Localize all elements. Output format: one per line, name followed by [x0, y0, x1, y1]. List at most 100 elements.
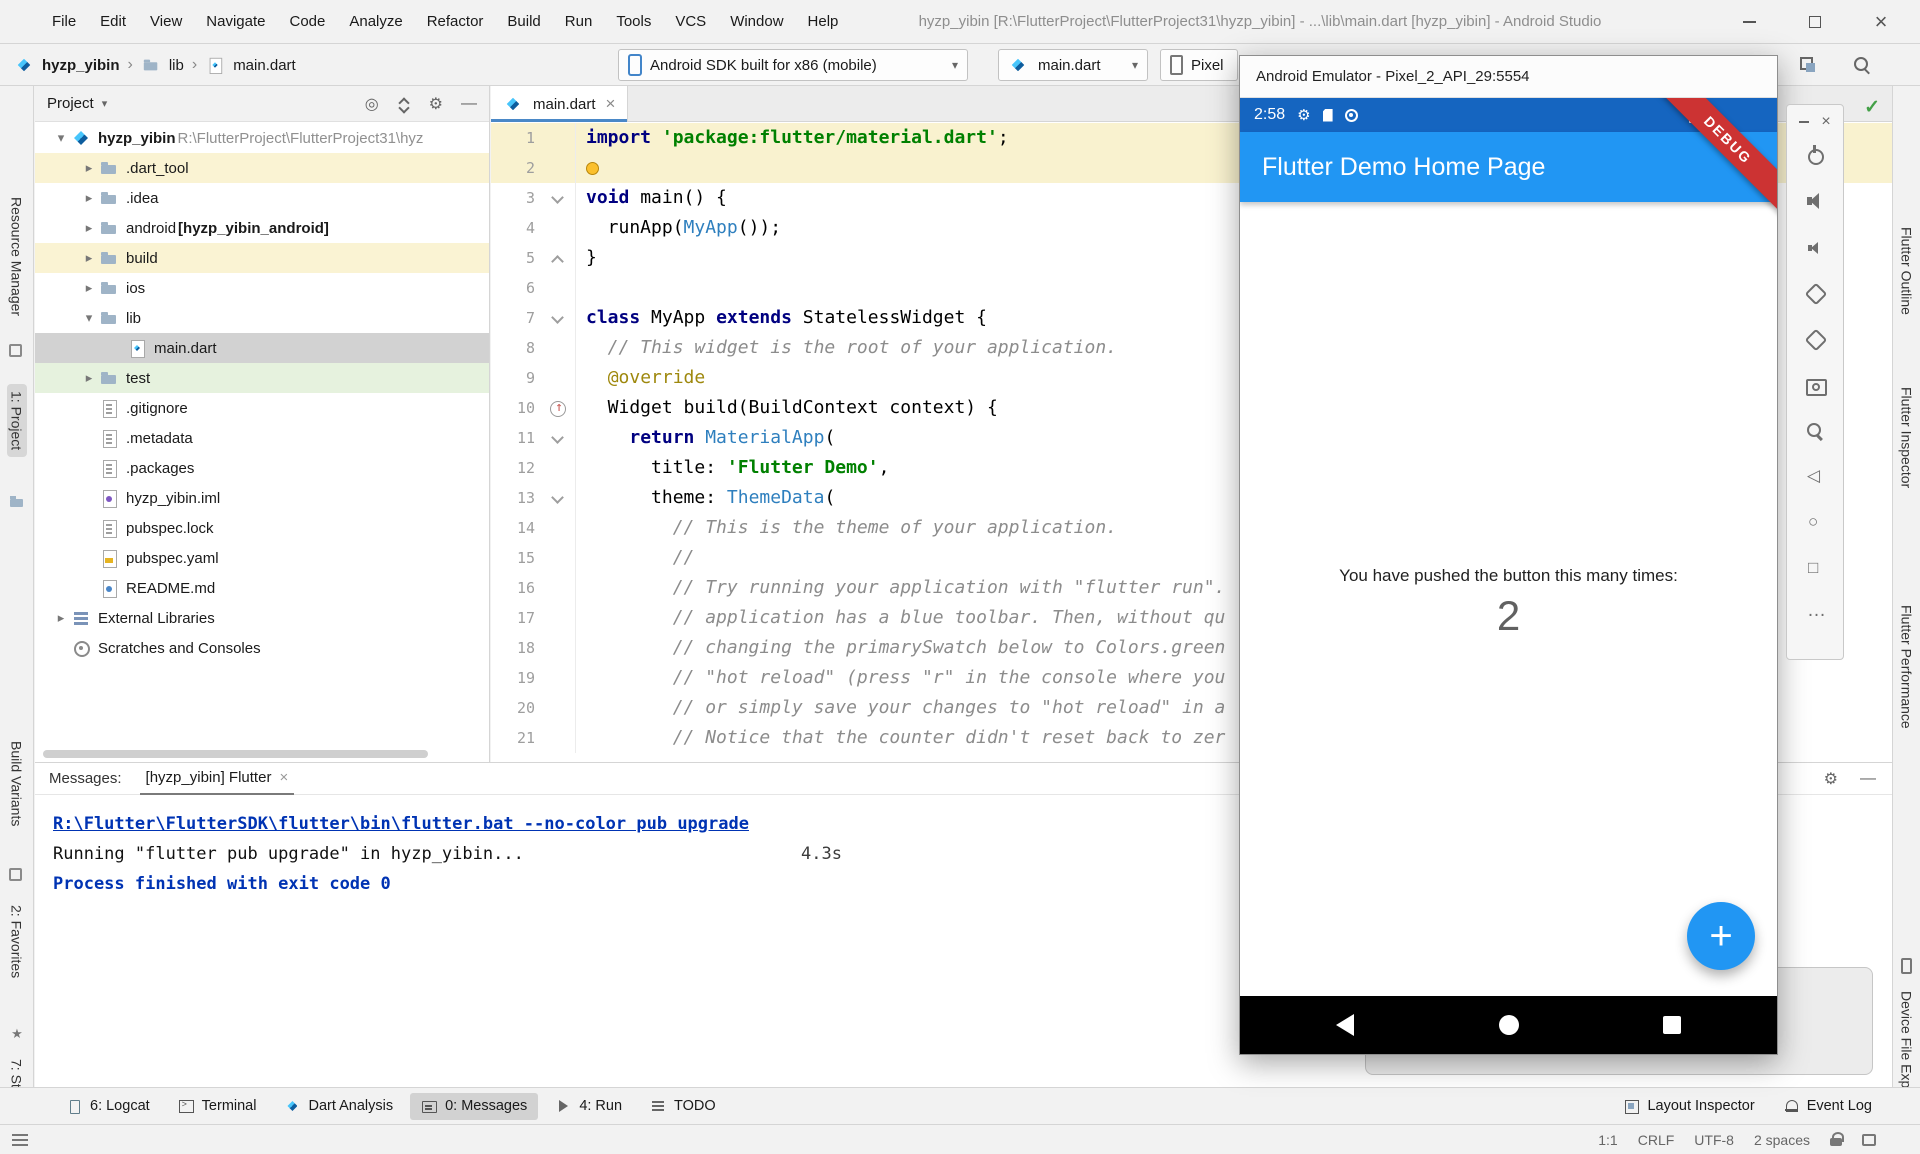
tool-window-button-todo[interactable]: TODO: [639, 1093, 727, 1120]
emulator-screen[interactable]: 2:58 ⚙ Flutter Demo Home Page DEBUG You …: [1240, 98, 1777, 1054]
tree-item-android[interactable]: ▸android [hyzp_yibin_android]: [35, 213, 489, 243]
tool-stripe-resource-manager[interactable]: Resource Manager: [7, 190, 27, 323]
volume-down-icon[interactable]: [1803, 235, 1827, 259]
menu-run[interactable]: Run: [553, 0, 605, 44]
screenshot-icon[interactable]: [1803, 373, 1827, 397]
messages-tab-flutter[interactable]: [hyzp_yibin] Flutter ×: [140, 763, 295, 795]
device-file-explorer-icon[interactable]: [1901, 958, 1912, 974]
status-encoding[interactable]: UTF-8: [1694, 1132, 1734, 1148]
tree-item-idea[interactable]: ▸.idea: [35, 183, 489, 213]
inspection-ok-icon[interactable]: ✓: [1864, 96, 1880, 119]
favorites-star-icon[interactable]: ★: [9, 1026, 25, 1042]
rotate-right-icon[interactable]: [1803, 327, 1827, 351]
menu-view[interactable]: View: [138, 0, 194, 44]
menu-code[interactable]: Code: [277, 0, 337, 44]
nav-back-icon[interactable]: [1336, 1014, 1354, 1036]
tree-expand-arrow[interactable]: ▸: [51, 610, 71, 626]
ide-updates-icon[interactable]: [1798, 55, 1818, 75]
overview-icon[interactable]: [1803, 557, 1827, 581]
tree-item-test[interactable]: ▸test: [35, 363, 489, 393]
fold-marker-icon[interactable]: [543, 243, 575, 273]
tool-window-button-0-messages[interactable]: 0: Messages: [410, 1093, 538, 1120]
breadcrumb-item-hyzp-yibin[interactable]: hyzp_yibin: [14, 55, 120, 75]
hide-panel-icon[interactable]: —: [461, 95, 477, 113]
status-caret-position[interactable]: 1:1: [1598, 1132, 1617, 1148]
tree-item-metadata[interactable]: .metadata: [35, 423, 489, 453]
device-selector[interactable]: Android SDK built for x86 (mobile) ▾: [618, 49, 968, 81]
tree-item-hyzp-yibin[interactable]: ▾hyzp_yibin R:\FlutterProject\FlutterPro…: [35, 123, 489, 153]
fold-marker-icon[interactable]: [543, 483, 575, 513]
run-configuration-selector[interactable]: main.dart ▾: [998, 49, 1148, 81]
power-icon[interactable]: [1803, 143, 1827, 167]
highlighting-level-icon[interactable]: [1862, 1134, 1876, 1146]
override-marker-icon[interactable]: ↑: [543, 393, 575, 423]
tree-item-pubspec-lock[interactable]: pubspec.lock: [35, 513, 489, 543]
tab-close-icon[interactable]: ×: [606, 94, 616, 114]
tool-stripe-1-project[interactable]: 1: Project: [7, 384, 27, 457]
nav-overview-icon[interactable]: [1663, 1016, 1681, 1034]
tab-close-icon[interactable]: ×: [279, 769, 288, 786]
menu-tools[interactable]: Tools: [604, 0, 663, 44]
maximize-button[interactable]: [1782, 0, 1848, 44]
fold-marker-icon[interactable]: [543, 303, 575, 333]
readonly-lock-icon[interactable]: [1830, 1132, 1842, 1147]
tree-item-dart-tool[interactable]: ▸.dart_tool: [35, 153, 489, 183]
horizontal-scrollbar[interactable]: [43, 750, 428, 758]
tool-stripe-flutter-performance[interactable]: Flutter Performance: [1897, 598, 1917, 736]
menu-window[interactable]: Window: [718, 0, 795, 44]
settings-gear-icon[interactable]: ⚙: [429, 94, 443, 114]
tool-stripe-2-favorites[interactable]: 2: Favorites: [7, 898, 27, 985]
tree-collapse-arrow[interactable]: ▾: [79, 310, 99, 326]
tree-expand-arrow[interactable]: ▸: [79, 370, 99, 386]
tool-window-button-event-log[interactable]: Event Log: [1772, 1093, 1883, 1120]
tree-item-packages[interactable]: .packages: [35, 453, 489, 483]
tree-item-external-libraries[interactable]: ▸External Libraries: [35, 603, 489, 633]
menu-file[interactable]: File: [40, 0, 88, 44]
tree-item-readme-md[interactable]: README.md: [35, 573, 489, 603]
breadcrumb-item-main-dart[interactable]: main.dart: [205, 55, 296, 75]
project-view-selector[interactable]: Project: [47, 95, 94, 112]
tree-item-gitignore[interactable]: .gitignore: [35, 393, 489, 423]
tree-item-ios[interactable]: ▸ios: [35, 273, 489, 303]
tool-window-button-dart-analysis[interactable]: Dart Analysis: [273, 1093, 404, 1120]
menu-edit[interactable]: Edit: [88, 0, 138, 44]
locate-file-icon[interactable]: ◎: [365, 94, 379, 114]
menu-vcs[interactable]: VCS: [663, 0, 718, 44]
tool-stripe-flutter-inspector[interactable]: Flutter Inspector: [1897, 380, 1917, 495]
breadcrumb-item-lib[interactable]: lib: [141, 55, 184, 75]
volume-up-icon[interactable]: [1803, 189, 1827, 213]
tab-main-dart[interactable]: main.dart ×: [491, 86, 628, 122]
tree-expand-arrow[interactable]: ▸: [79, 190, 99, 206]
rotate-left-icon[interactable]: [1803, 281, 1827, 305]
close-button[interactable]: ×: [1848, 0, 1914, 44]
build-variants-icon[interactable]: [9, 868, 22, 881]
status-line-ending[interactable]: CRLF: [1638, 1132, 1675, 1148]
nav-home-icon[interactable]: [1499, 1015, 1519, 1035]
more-icon[interactable]: [1803, 603, 1827, 627]
tool-window-button-layout-inspector[interactable]: Layout Inspector: [1612, 1093, 1765, 1120]
tree-item-hyzp-yibin-iml[interactable]: hyzp_yibin.iml: [35, 483, 489, 513]
status-indent[interactable]: 2 spaces: [1754, 1132, 1810, 1148]
fold-marker-icon[interactable]: [543, 183, 575, 213]
device-frame-selector[interactable]: Pixel: [1160, 49, 1238, 81]
hide-panel-icon[interactable]: —: [1860, 770, 1876, 788]
tree-item-pubspec-yaml[interactable]: pubspec.yaml: [35, 543, 489, 573]
back-icon[interactable]: [1803, 465, 1827, 489]
tree-item-main-dart[interactable]: main.dart: [35, 333, 489, 363]
tool-window-button-6-logcat[interactable]: 6: Logcat: [55, 1093, 161, 1120]
tree-expand-arrow[interactable]: ▸: [79, 250, 99, 266]
console-settings-gear-icon[interactable]: ⚙: [1824, 769, 1838, 789]
tree-item-lib[interactable]: ▾lib: [35, 303, 489, 333]
tree-expand-arrow[interactable]: ▸: [79, 220, 99, 236]
menu-analyze[interactable]: Analyze: [337, 0, 414, 44]
tree-expand-arrow[interactable]: ▸: [79, 280, 99, 296]
zoom-icon[interactable]: [1803, 419, 1827, 443]
menu-refactor[interactable]: Refactor: [415, 0, 496, 44]
intention-bulb-icon[interactable]: [586, 162, 599, 175]
tree-expand-arrow[interactable]: ▸: [79, 160, 99, 176]
tool-stripe-build-variants[interactable]: Build Variants: [7, 734, 27, 833]
tool-window-button-terminal[interactable]: Terminal: [167, 1093, 268, 1120]
fold-marker-icon[interactable]: [543, 423, 575, 453]
emulator-close-icon[interactable]: ×: [1821, 114, 1830, 130]
emulator-minimize-icon[interactable]: [1799, 121, 1809, 123]
